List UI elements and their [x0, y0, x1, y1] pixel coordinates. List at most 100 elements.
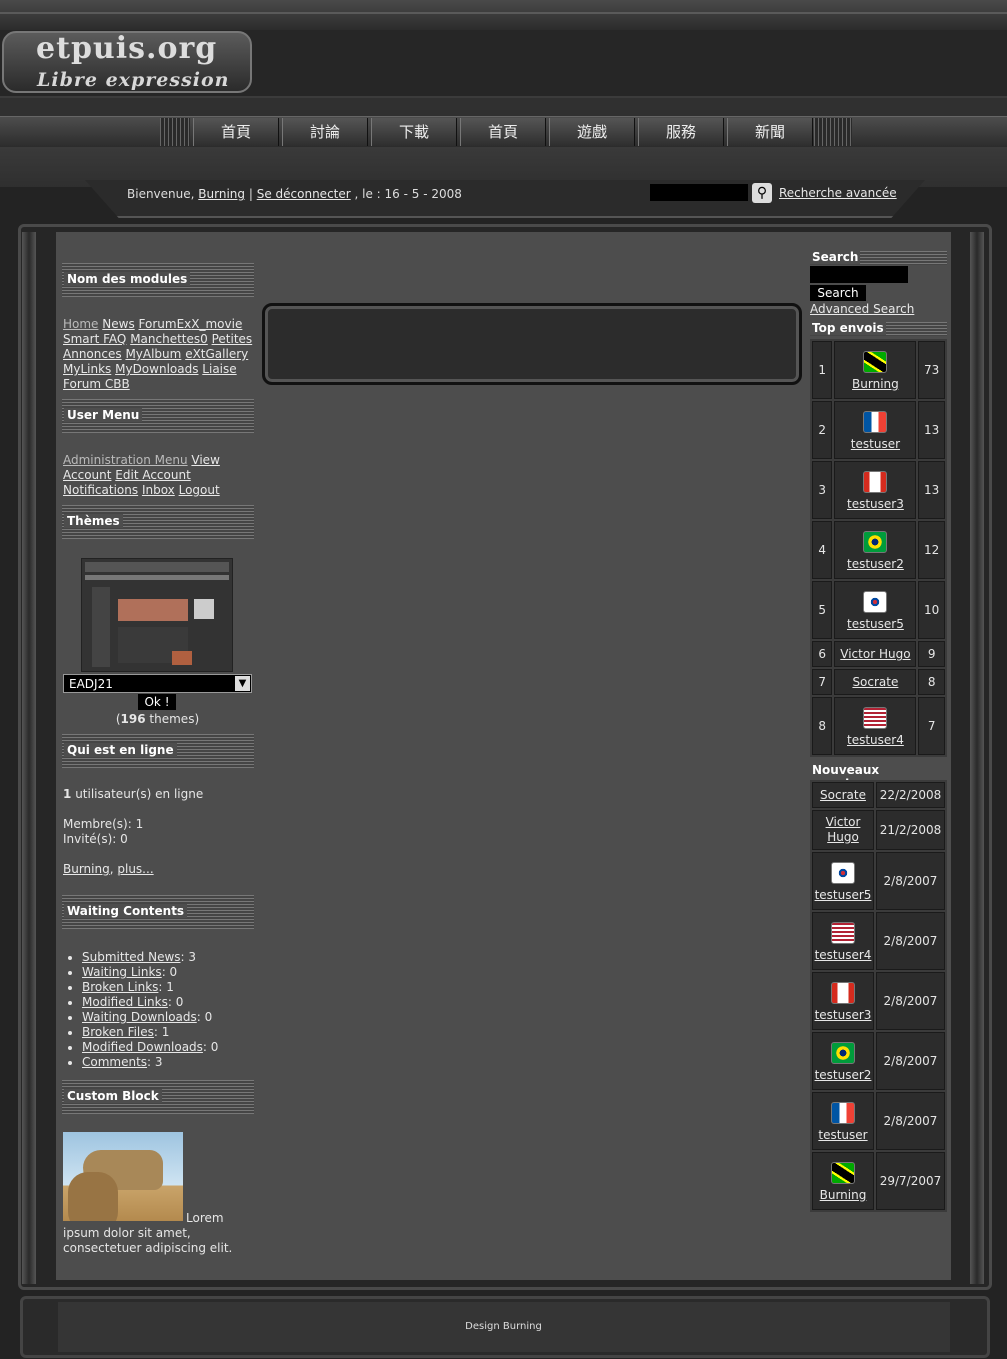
usa-flag-icon: [831, 922, 855, 944]
korea-flag-icon: [831, 862, 855, 884]
user-link[interactable]: testuser3: [847, 497, 904, 511]
online-more-link[interactable]: plus...: [117, 862, 153, 876]
search-block-title: Search: [810, 250, 947, 265]
search-button[interactable]: Search: [810, 285, 866, 301]
user-cell: Victor Hugo: [834, 641, 917, 667]
nav-item-home-2[interactable]: 首頁: [460, 118, 546, 146]
welcome-prefix: Bienvenue,: [127, 187, 195, 201]
join-date-cell: 21/2/2008: [876, 810, 945, 850]
search-input[interactable]: [810, 266, 908, 283]
jamaica-flag-icon: [831, 1162, 855, 1184]
nav-item-games[interactable]: 遊戲: [549, 118, 635, 146]
modules-list: Home News ForumExX_movie Smart FAQ Manch…: [63, 317, 258, 392]
table-row: 2 testuser 13: [812, 401, 945, 459]
jamaica-flag-icon: [863, 351, 888, 373]
inbox-link[interactable]: Inbox: [142, 483, 175, 497]
edit-account-link[interactable]: Edit Account: [115, 468, 191, 482]
module-link[interactable]: MyLinks: [63, 362, 111, 376]
site-logo[interactable]: etpuis.org Libre expression: [2, 31, 252, 93]
nav-item-downloads[interactable]: 下載: [371, 118, 457, 146]
brazil-flag-icon: [863, 531, 888, 553]
nav-grip-left: [160, 118, 190, 146]
logout-menu-link[interactable]: Logout: [179, 483, 220, 497]
user-link[interactable]: testuser5: [847, 617, 904, 631]
france-flag-icon: [863, 411, 888, 433]
magnifier-icon[interactable]: ⚲: [752, 183, 772, 203]
usa-flag-icon: [863, 707, 888, 729]
online-users: Burning, plus...: [63, 862, 154, 876]
user-link[interactable]: Victor Hugo: [840, 647, 910, 661]
user-cell: Socrate: [834, 669, 917, 695]
module-link[interactable]: Forum CBB: [63, 377, 130, 391]
module-link[interactable]: Manchettes0: [130, 332, 208, 346]
module-link[interactable]: ForumEx: [139, 317, 192, 331]
rank-cell: 3: [812, 461, 833, 519]
user-link[interactable]: testuser4: [847, 733, 904, 747]
member-link[interactable]: Burning: [820, 1188, 867, 1202]
camel-image: [63, 1132, 183, 1221]
rank-cell: 2: [812, 401, 833, 459]
advanced-search-link[interactable]: Advanced Search: [810, 302, 914, 316]
join-date-cell: 29/7/2007: [876, 1152, 945, 1210]
new-members-title: Nouveaux membres: [810, 763, 947, 791]
user-cell: testuser3: [834, 461, 917, 519]
module-link[interactable]: Smart FAQ: [63, 332, 126, 346]
user-link[interactable]: Socrate: [852, 675, 898, 689]
theme-ok-button[interactable]: Ok !: [138, 694, 176, 710]
module-link[interactable]: MyDownloads: [115, 362, 198, 376]
theme-select[interactable]: EADJ21 ▼: [63, 674, 252, 693]
member-cell: testuser2: [812, 1032, 874, 1090]
custom-block-title: Custom Block: [62, 1080, 254, 1114]
chevron-down-icon[interactable]: ▼: [235, 676, 250, 691]
count-cell: 13: [918, 461, 945, 519]
member-link[interactable]: testuser4: [815, 948, 872, 962]
welcome-sep: |: [248, 187, 253, 201]
korea-flag-icon: [863, 591, 888, 613]
nav-item-home[interactable]: 首頁: [193, 118, 279, 146]
custom-text-3: consectetuer adipiscing elit.: [63, 1241, 233, 1255]
online-user-link[interactable]: Burning: [63, 862, 110, 876]
admin-menu-link[interactable]: Administration Menu: [63, 453, 188, 467]
module-link[interactable]: Home: [63, 317, 98, 331]
header-advanced-search-link[interactable]: Recherche avancée: [779, 186, 897, 200]
new-members-table: Socrate 22/2/2008 Victor Hugo 21/2/2008 test…: [810, 780, 947, 1212]
join-date-cell: 2/8/2007: [876, 1032, 945, 1090]
header-search-input[interactable]: [650, 184, 748, 201]
user-link[interactable]: testuser2: [847, 557, 904, 571]
member-link[interactable]: testuser: [818, 1128, 867, 1142]
table-row: Socrate 22/2/2008: [812, 782, 945, 808]
logo-main: etpuis.org: [36, 31, 218, 66]
member-link[interactable]: Socrate: [820, 788, 866, 802]
count-cell: 73: [918, 341, 945, 399]
table-row: 8 testuser4 7: [812, 697, 945, 755]
member-link[interactable]: Victor Hugo: [823, 815, 863, 845]
frame-rail-right: [970, 232, 984, 1284]
member-cell: testuser3: [812, 972, 874, 1030]
user-link[interactable]: Burning: [852, 377, 899, 391]
module-link[interactable]: eXtGallery: [185, 347, 248, 361]
waiting-list: Submitted News: 3 Waiting Links: 0 Broke…: [63, 950, 218, 1070]
nav-item-news[interactable]: 新聞: [727, 118, 813, 146]
notifications-link[interactable]: Notifications: [63, 483, 138, 497]
welcome-user-link[interactable]: Burning: [198, 187, 245, 201]
member-link[interactable]: testuser2: [815, 1068, 872, 1082]
member-link[interactable]: testuser5: [815, 888, 872, 902]
user-cell: testuser4: [834, 697, 917, 755]
nav-item-services[interactable]: 服務: [638, 118, 724, 146]
welcome-text: Bienvenue, Burning | Se déconnecter , le…: [127, 187, 462, 201]
nav-item-forum[interactable]: 討論: [282, 118, 368, 146]
user-menu-title: User Menu: [62, 399, 254, 433]
logout-link[interactable]: Se déconnecter: [257, 187, 351, 201]
table-row: testuser 2/8/2007: [812, 1092, 945, 1150]
member-cell: Socrate: [812, 782, 874, 808]
member-link[interactable]: testuser3: [815, 1008, 872, 1022]
list-item: Broken Files: 1: [82, 1025, 218, 1040]
table-row: testuser4 2/8/2007: [812, 912, 945, 970]
module-link[interactable]: X_movie: [191, 317, 242, 331]
module-link[interactable]: Liaise: [202, 362, 236, 376]
table-row: Victor Hugo 21/2/2008: [812, 810, 945, 850]
table-row: 5 testuser5 10: [812, 581, 945, 639]
user-link[interactable]: testuser: [851, 437, 900, 451]
module-link[interactable]: MyAlbum: [125, 347, 181, 361]
module-link[interactable]: News: [102, 317, 134, 331]
